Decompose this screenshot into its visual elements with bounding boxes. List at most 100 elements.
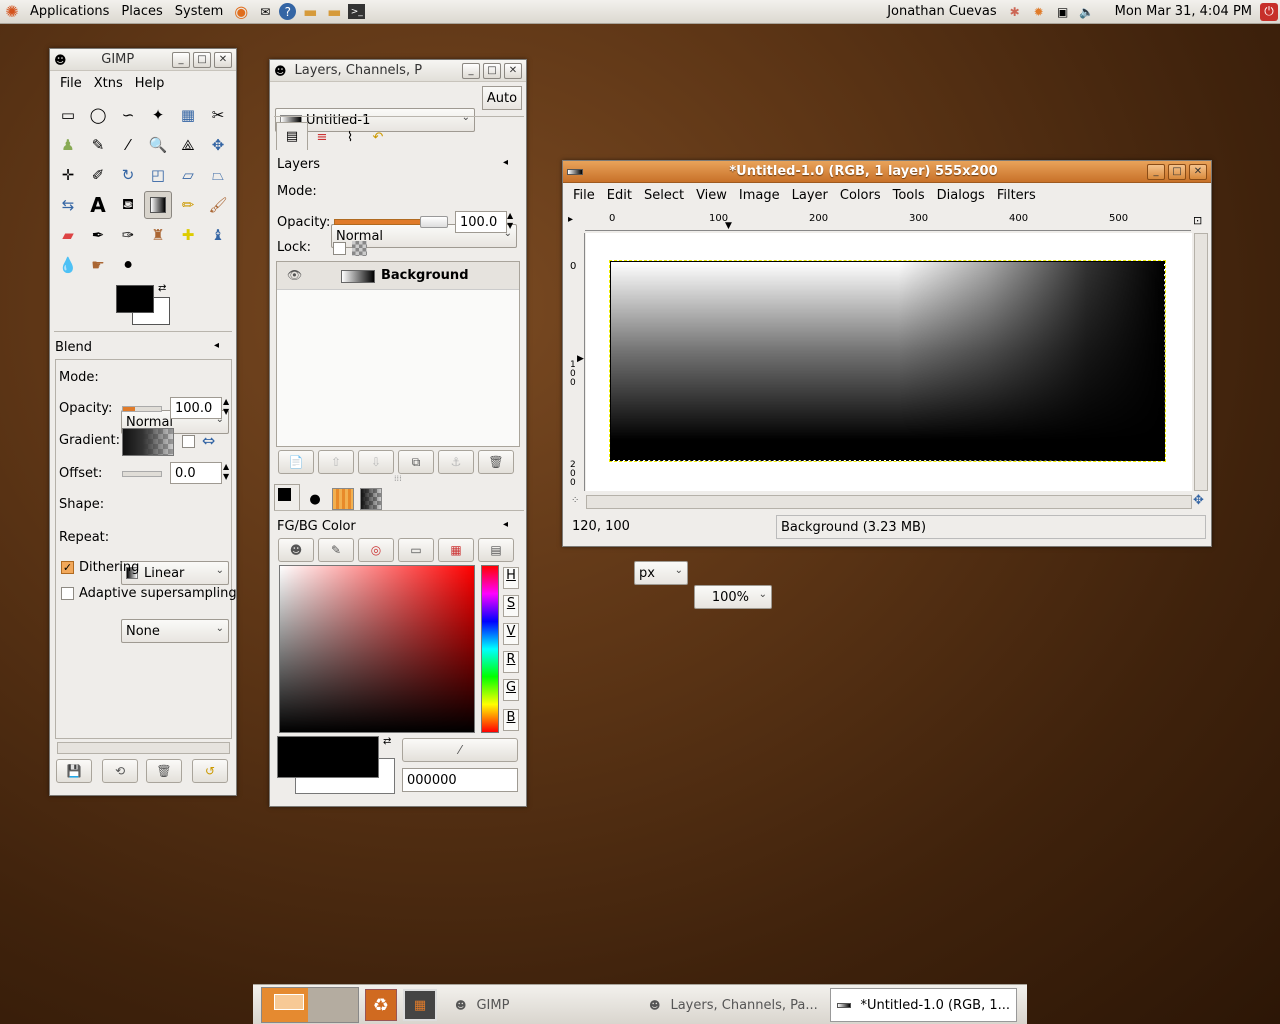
help-icon[interactable]: ?	[279, 3, 297, 20]
save-options-button[interactable]: 💾	[56, 759, 92, 783]
menu-xtns[interactable]: Xtns	[88, 76, 129, 91]
ubuntu-logo-icon[interactable]: ✺	[2, 2, 22, 21]
anchor-layer-button[interactable]: ⚓	[438, 450, 474, 474]
hex-color-field[interactable]: 000000	[402, 768, 518, 792]
duplicate-layer-button[interactable]: ⧉	[398, 450, 434, 474]
close-button[interactable]: ✕	[1189, 163, 1207, 180]
maximize-button[interactable]: □	[193, 51, 211, 68]
workspace-switcher[interactable]	[261, 987, 359, 1023]
paintbrush-icon[interactable]: 🖌	[204, 191, 232, 219]
taskbar-item-gimp[interactable]: ☻ GIMP	[449, 988, 639, 1022]
minimize-button[interactable]: _	[462, 62, 480, 79]
zoom-icon[interactable]: 🔍	[144, 131, 172, 159]
close-button[interactable]: ✕	[504, 62, 522, 79]
airbrush-icon[interactable]: ✒	[84, 221, 112, 249]
fuzzy-select-icon[interactable]: ✦	[144, 101, 172, 129]
offset-field[interactable]: 0.0	[170, 462, 222, 484]
opacity-slider[interactable]	[122, 406, 162, 412]
unit-combo[interactable]: px ⌄	[634, 561, 688, 585]
layers-titlebar[interactable]: ☻ Layers, Channels, P _ □ ✕	[270, 60, 526, 82]
horizontal-ruler[interactable]: 0 100 200 300 400 500 ▼	[585, 213, 1191, 231]
menu-tools[interactable]: Tools	[887, 188, 931, 203]
clock[interactable]: Mon Mar 31, 4:04 PM	[1109, 4, 1258, 19]
foreground-select-icon[interactable]: ♟	[54, 131, 82, 159]
trash-icon[interactable]: ♻	[365, 989, 397, 1021]
taskbar-item-image[interactable]: *Untitled-1.0 (RGB, 1...	[830, 988, 1017, 1022]
layer-row[interactable]: 👁 Background	[277, 262, 519, 290]
taskbar-item-layers[interactable]: ☻ Layers, Channels, Pa...	[643, 988, 829, 1022]
maximize-button[interactable]: □	[483, 62, 501, 79]
perspective-icon[interactable]: ⏢	[204, 161, 232, 189]
auto-button[interactable]: Auto	[482, 86, 522, 110]
network-icon[interactable]: ▣	[1053, 3, 1073, 21]
watercolor-selector-tab[interactable]: ▦	[438, 538, 474, 562]
offset-slider[interactable]	[122, 471, 162, 477]
tab-menu-icon[interactable]: ◂	[214, 340, 219, 351]
gradient-reverse-checkbox[interactable]	[182, 435, 195, 448]
menu-filters[interactable]: Filters	[991, 188, 1042, 203]
minimize-button[interactable]: _	[172, 51, 190, 68]
swap-colors-icon[interactable]: ⇄	[158, 283, 166, 294]
tab-fgbg[interactable]	[274, 484, 300, 510]
tab-channels[interactable]: ≡	[308, 124, 336, 150]
adaptive-supersampling-checkbox[interactable]	[61, 587, 74, 600]
menu-file[interactable]: File	[54, 76, 88, 91]
terminal-icon[interactable]: >_	[348, 4, 366, 19]
tab-undo[interactable]: ↶	[364, 124, 392, 150]
foreground-color[interactable]	[277, 736, 379, 778]
new-layer-button[interactable]: 📄	[278, 450, 314, 474]
tab-patterns[interactable]	[332, 488, 354, 510]
navigate-move-icon[interactable]: ✥	[1193, 493, 1204, 508]
color-picker-button[interactable]: ⁄	[402, 738, 518, 762]
vertical-scrollbar[interactable]	[1194, 233, 1208, 491]
menu-layer[interactable]: Layer	[786, 188, 834, 203]
eraser-icon[interactable]: ▰	[54, 221, 82, 249]
user-name[interactable]: Jonathan Cuevas	[881, 4, 1002, 19]
opacity-field[interactable]: 100.0	[170, 397, 222, 419]
channel-r-toggle[interactable]: R	[503, 651, 519, 673]
blur-icon[interactable]: 💧	[54, 251, 82, 279]
volume-icon[interactable]: 🔈	[1077, 3, 1097, 21]
foreground-color[interactable]	[116, 285, 154, 313]
options-scrollbar[interactable]	[57, 742, 230, 754]
quick-mask-menu-icon[interactable]: ▸	[568, 214, 573, 225]
scales-selector-tab[interactable]: ▭	[398, 538, 434, 562]
dithering-checkbox[interactable]: ✓	[61, 561, 74, 574]
ellipse-select-icon[interactable]: ◯	[84, 101, 112, 129]
delete-layer-button[interactable]: 🗑	[478, 450, 514, 474]
slider-handle[interactable]	[420, 216, 448, 228]
reset-options-button[interactable]: ↺	[192, 759, 228, 783]
menu-help[interactable]: Help	[129, 76, 171, 91]
clone-icon[interactable]: ♜	[144, 221, 172, 249]
fast-user-switch-icon[interactable]: ✱	[1005, 3, 1025, 21]
bucket-fill-icon[interactable]: ⛾	[114, 191, 142, 219]
maximize-button[interactable]: □	[1168, 163, 1186, 180]
opacity-spin[interactable]: ▲ ▼	[507, 211, 513, 231]
channel-h-toggle[interactable]: H	[503, 567, 519, 589]
lower-layer-button[interactable]: ⇩	[358, 450, 394, 474]
vertical-ruler[interactable]: 0 1 0 0 2 0 0 ▶	[568, 233, 585, 491]
smudge-icon[interactable]: ☛	[84, 251, 112, 279]
move-icon[interactable]: ✥	[204, 131, 232, 159]
gimp-selector-tab[interactable]: ☻	[278, 538, 314, 562]
tab-menu-icon[interactable]: ◂	[503, 519, 508, 530]
firefox-icon[interactable]: ◉	[231, 2, 251, 21]
shear-icon[interactable]: ▱	[174, 161, 202, 189]
free-select-icon[interactable]: ∽	[114, 101, 142, 129]
fg-bg-color-swatch[interactable]: ⇄	[116, 283, 172, 327]
heal-icon[interactable]: ✚	[174, 221, 202, 249]
channel-s-toggle[interactable]: S	[503, 595, 519, 617]
palette-selector-tab[interactable]: ▤	[478, 538, 514, 562]
menu-file[interactable]: File	[567, 188, 601, 203]
dodge-burn-icon[interactable]: ⚫	[114, 251, 142, 279]
blend-icon[interactable]	[144, 191, 172, 219]
offset-spin[interactable]: ▲ ▼	[223, 462, 229, 482]
navigate-icon[interactable]: ⁘	[571, 495, 579, 506]
text-icon[interactable]: A	[84, 191, 112, 219]
update-notifier-icon[interactable]: ✹	[1029, 3, 1049, 21]
tab-layers[interactable]: ▤	[276, 122, 308, 150]
scale-icon[interactable]: ◰	[144, 161, 172, 189]
menu-dialogs[interactable]: Dialogs	[931, 188, 991, 203]
channel-g-toggle[interactable]: G	[503, 679, 519, 701]
triangle-selector-tab[interactable]: ◎	[358, 538, 394, 562]
